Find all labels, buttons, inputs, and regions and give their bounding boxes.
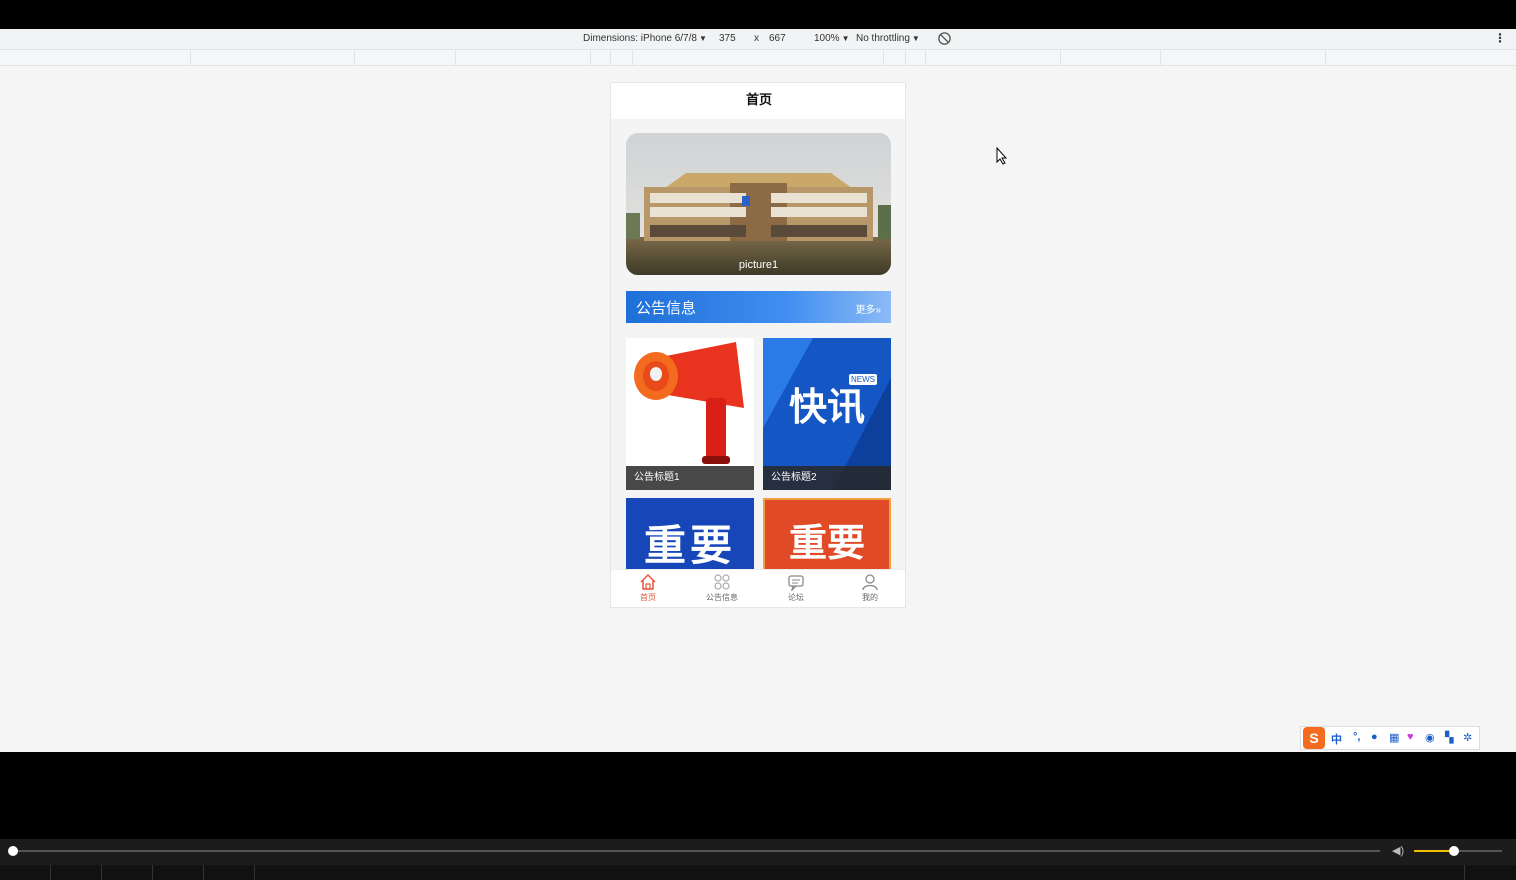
ruler-tick [455,50,456,66]
top-black-strip [0,0,1516,29]
keyboard-icon[interactable]: ▦ [1389,731,1399,744]
tab-label: 我的 [862,593,878,602]
notice-card-caption: 公告标题2 [763,466,891,490]
segment-divider [254,865,255,880]
settings-icon[interactable]: ✲ [1463,731,1472,744]
ruler-tick [632,50,633,66]
video-player-controls: ◀) [0,839,1516,880]
phone-screen: 首页 picture1 公告信息 更多» 公告标题1 快讯 NEWS 公告标题2… [610,82,906,608]
height-input[interactable]: 667 [769,33,786,44]
gamepad-icon[interactable]: ◉ [1425,731,1435,744]
tab-profile[interactable]: 我的 [833,573,905,603]
bottom-black-strip [0,752,1516,839]
chat-icon [788,575,804,591]
banner-caption: picture1 [738,259,779,271]
toolbox-icon[interactable]: ▚ [1445,731,1453,744]
user-icon [862,574,878,591]
dimension-separator: x [754,33,759,44]
microphone-icon[interactable]: ● [1371,731,1378,743]
tab-label: 论坛 [788,593,804,602]
volume-icon[interactable]: ◀) [1392,844,1404,857]
caret-down-icon: ▼ [698,34,707,43]
volume-fill [1414,850,1454,852]
tab-notices[interactable]: 公告信息 [685,573,759,603]
device-dropdown[interactable]: Dimensions: iPhone 6/7/8 ▼ [583,33,707,44]
ruler-tick [190,50,191,66]
ruler-tick [925,50,926,66]
device-label: Dimensions: iPhone 6/7/8 [583,33,697,44]
segment-divider [50,865,51,880]
segment-divider [203,865,204,880]
tab-forum[interactable]: 论坛 [759,573,833,603]
important-text: 重要 [644,521,737,570]
caret-down-icon: ▼ [841,34,850,43]
zoom-dropdown[interactable]: 100% ▼ [814,33,850,44]
tab-label: 公告信息 [706,593,738,602]
double-chevron-right-icon: » [875,305,881,316]
ruler-tick [883,50,884,66]
more-link[interactable]: 更多» [855,301,881,316]
throttling-dropdown[interactable]: No throttling ▼ [856,33,920,44]
media-query-ruler [0,50,1516,66]
caret-down-icon: ▼ [911,34,920,43]
tab-bar: 首页 公告信息 论坛 我的 [611,569,905,607]
segment-divider [152,865,153,880]
ruler-tick [905,50,906,66]
ime-mode-toggle[interactable]: 中 [1331,731,1342,747]
ime-logo-icon[interactable]: S [1303,727,1325,749]
news-badge: NEWS [849,374,877,385]
ime-toolbar: S 中 °, ● ▦ ♥ ◉ ▚ ✲ [1300,726,1480,750]
ruler-tick [590,50,591,66]
mouse-cursor-icon [996,146,1008,170]
important-notice-text: 重要 [789,520,866,565]
notice-card-1[interactable]: 公告标题1 [626,338,754,490]
segment-divider [1464,865,1465,880]
tab-home[interactable]: 首页 [611,573,685,603]
notice-section-title: 公告信息 [636,300,697,317]
ruler-tick [1160,50,1161,66]
ruler-tick [354,50,355,66]
banner-building-image [626,133,891,275]
ruler-tick [610,50,611,66]
skin-icon[interactable]: ♥ [1407,731,1414,743]
ruler-tick [1325,50,1326,66]
grid-icon [714,574,730,590]
more-label: 更多 [855,305,876,316]
zoom-label: 100% [814,33,840,44]
rotate-icon[interactable] [937,31,952,49]
home-icon [640,573,656,590]
punctuation-icon[interactable]: °, [1353,731,1360,743]
notice-card-2[interactable]: 快讯 NEWS 公告标题2 [763,338,891,490]
ruler-tick [1060,50,1061,66]
width-input[interactable]: 375 [719,33,736,44]
progress-bar[interactable] [12,850,1380,852]
page-title: 首页 [611,83,905,119]
volume-knob[interactable] [1448,846,1459,856]
device-toolbar: Dimensions: iPhone 6/7/8 ▼ 375 x 667 100%… [0,29,1516,50]
player-bottom-strip [0,865,1516,880]
kebab-menu-icon[interactable]: ⋮ [1494,31,1506,45]
notice-section-header: 公告信息 更多» [626,291,891,323]
notice-card-caption: 公告标题1 [626,466,754,490]
segment-divider [101,865,102,880]
banner-carousel[interactable]: picture1 [626,133,891,275]
tab-label: 首页 [640,593,656,602]
progress-knob[interactable] [8,846,18,856]
throttling-label: No throttling [856,33,910,44]
